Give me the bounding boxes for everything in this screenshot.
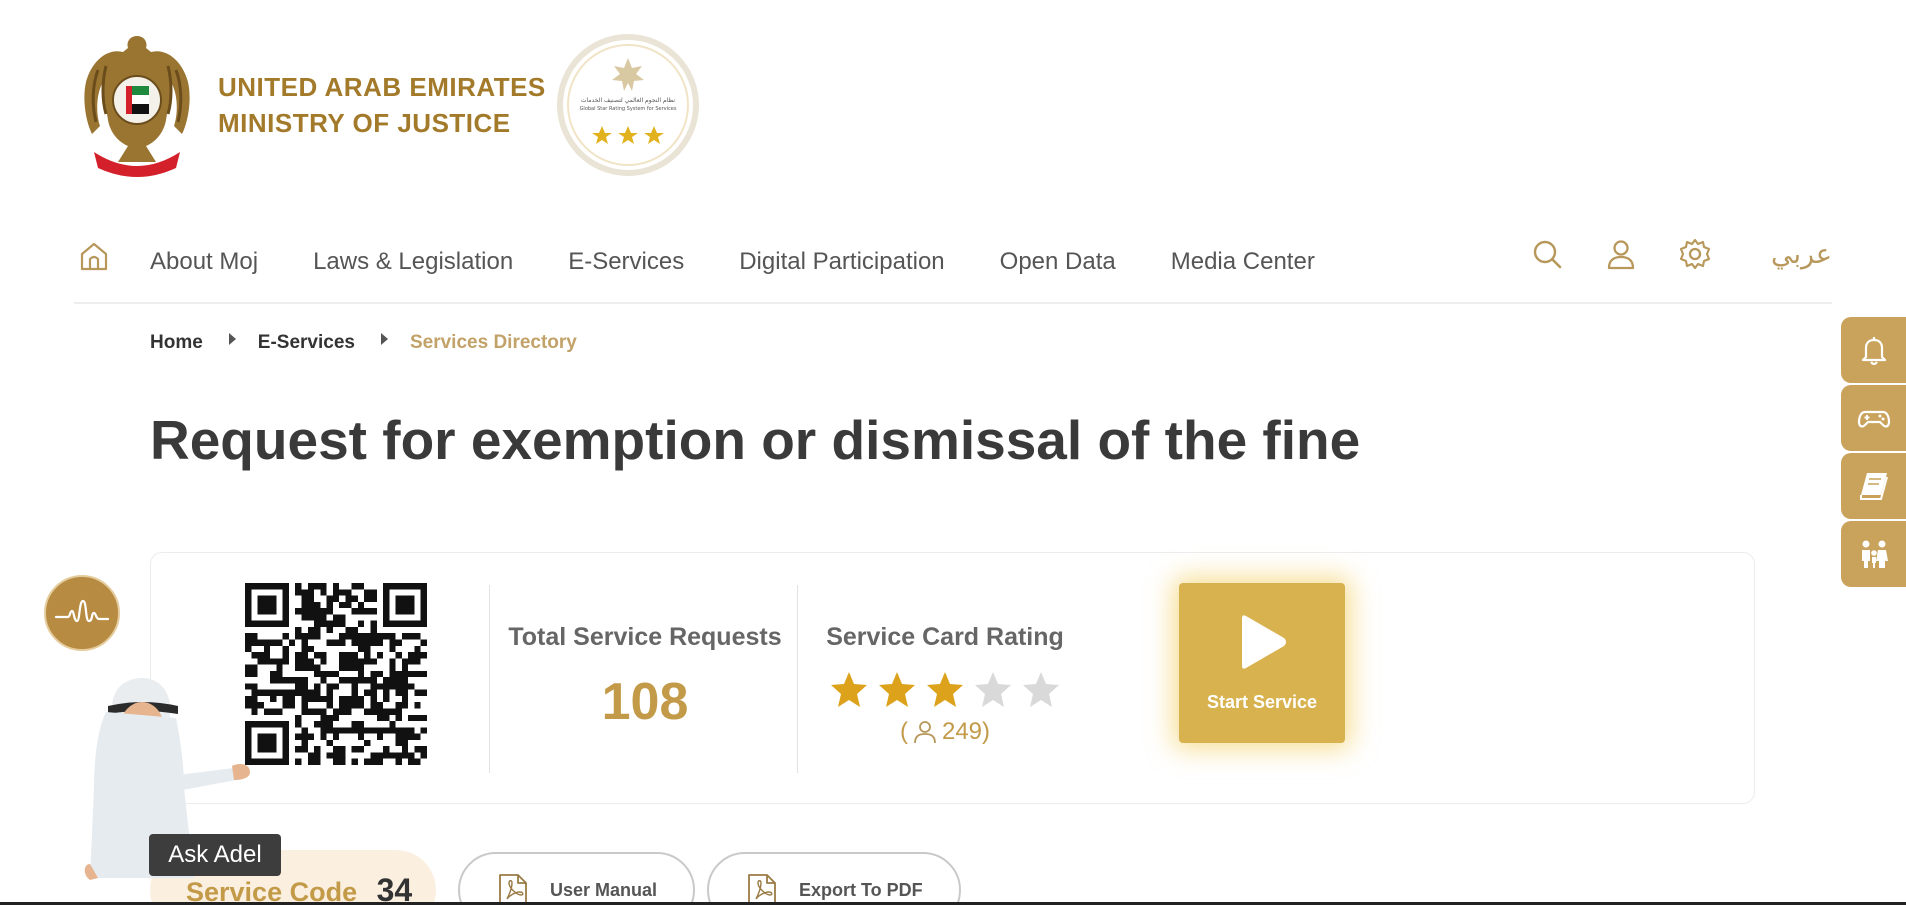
ask-adel-button[interactable]: Ask Adel: [149, 834, 281, 876]
account-button[interactable]: [1603, 236, 1639, 272]
games-button[interactable]: [1841, 385, 1906, 451]
home-icon[interactable]: [78, 240, 110, 272]
total-requests-stat: Total Service Requests 108: [507, 623, 783, 732]
page-title: Request for exemption or dismissal of th…: [150, 409, 1361, 471]
gamepad-icon: [1857, 410, 1890, 428]
service-card: Total Service Requests 108 Service Card …: [150, 552, 1755, 804]
export-pdf-label: Export To PDF: [799, 879, 923, 900]
logo-line-ministry: MINISTRY OF JUSTICE: [218, 108, 511, 138]
star-filled-icon[interactable]: [877, 670, 917, 710]
rating-count: ( 249): [823, 718, 1067, 746]
play-icon: [1242, 614, 1286, 669]
star-empty-icon[interactable]: [1021, 670, 1061, 710]
user-icon: [914, 721, 936, 744]
breadcrumb-caret-icon: [228, 333, 236, 345]
main-navigation: About Moj Laws & Legislation E-Services …: [74, 226, 1832, 304]
family-services-button[interactable]: [1841, 521, 1906, 587]
nav-laws-legislation[interactable]: Laws & Legislation: [313, 248, 513, 276]
bell-icon: [1861, 337, 1886, 366]
service-code-value: 34: [376, 872, 413, 905]
breadcrumb-caret-icon: [380, 333, 388, 345]
search-icon: [1533, 240, 1562, 269]
global-star-rating-badge: نظام النجوم العالمي لتصنيف الخدمات Globa…: [557, 34, 699, 176]
start-service-label: Start Service: [1206, 691, 1318, 712]
qr-code: [245, 583, 427, 765]
breadcrumb-e-services[interactable]: E-Services: [258, 332, 355, 354]
badge-arabic: نظام النجوم العالمي لتصنيف الخدمات: [581, 97, 675, 104]
notifications-button[interactable]: [1841, 317, 1906, 383]
rating-stars[interactable]: [823, 670, 1067, 710]
star-empty-icon[interactable]: [973, 670, 1013, 710]
start-service-button[interactable]: Start Service: [1179, 583, 1345, 743]
breadcrumb-services-directory[interactable]: Services Directory: [410, 332, 577, 354]
settings-icon: [1679, 238, 1711, 270]
rating-count-value: 249): [941, 718, 991, 745]
book-icon: [1859, 473, 1888, 500]
nav-about-moj[interactable]: About Moj: [150, 248, 258, 276]
nav-e-services[interactable]: E-Services: [568, 248, 684, 276]
moj-logo[interactable]: UNITED ARAB EMIRATES MINISTRY OF JUSTICE: [78, 30, 546, 180]
logo-line-country: UNITED ARAB EMIRATES: [218, 72, 546, 102]
library-button[interactable]: [1841, 453, 1906, 519]
settings-button[interactable]: [1677, 236, 1713, 272]
rating-stat: Service Card Rating ( 249): [823, 623, 1067, 746]
total-requests-label: Total Service Requests: [508, 623, 782, 651]
pdf-icon: [499, 874, 527, 905]
nav-media-center[interactable]: Media Center: [1171, 248, 1315, 276]
nav-digital-participation[interactable]: Digital Participation: [739, 248, 944, 276]
total-requests-value: 108: [601, 673, 689, 731]
language-toggle[interactable]: عربي: [1771, 239, 1832, 270]
pdf-icon: [748, 874, 776, 905]
badge-caption: Global Star Rating System for Services: [580, 106, 677, 112]
user-manual-label: User Manual: [550, 879, 658, 900]
chatbot-button[interactable]: [44, 575, 120, 651]
side-toolbar: [1841, 317, 1906, 589]
export-pdf-button[interactable]: Export To PDF: [707, 852, 961, 905]
user-icon: [1607, 240, 1635, 270]
uae-emblem-icon: [84, 36, 190, 177]
card-divider: [489, 585, 490, 773]
breadcrumb-home[interactable]: Home: [150, 332, 203, 354]
star-filled-icon[interactable]: [925, 670, 965, 710]
family-icon: [1861, 540, 1888, 568]
rating-label: Service Card Rating: [826, 623, 1064, 651]
rating-count-open: (: [899, 718, 908, 745]
user-manual-button[interactable]: User Manual: [458, 852, 696, 905]
card-divider: [797, 585, 798, 773]
nav-open-data[interactable]: Open Data: [1000, 248, 1116, 276]
chatbot-logo-icon: [54, 599, 110, 623]
breadcrumb: Home E-Services Services Directory: [150, 332, 577, 354]
star-filled-icon[interactable]: [829, 670, 869, 710]
search-button[interactable]: [1529, 236, 1565, 272]
